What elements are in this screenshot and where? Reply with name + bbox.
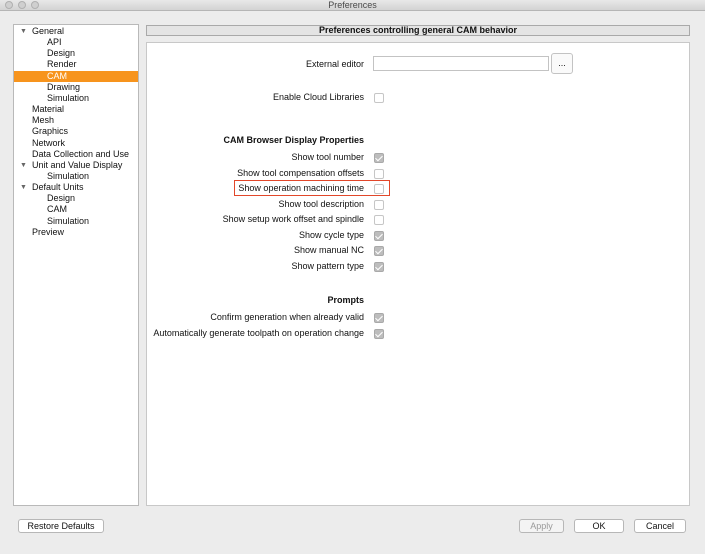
title-bar: Preferences bbox=[0, 0, 705, 11]
external-editor-field[interactable] bbox=[373, 56, 549, 71]
disclosure-triangle-icon[interactable]: ▼ bbox=[19, 182, 28, 193]
cloud-libraries-label: Enable Cloud Libraries bbox=[272, 92, 364, 102]
settings-panel: External editor ... Enable Cloud Librari… bbox=[146, 42, 690, 506]
window-title: Preferences bbox=[328, 0, 377, 10]
option-checkbox[interactable] bbox=[374, 168, 384, 179]
prompts-section-title: Prompts bbox=[327, 295, 364, 305]
restore-defaults-button[interactable]: Restore Defaults bbox=[18, 519, 104, 533]
option-checkbox[interactable] bbox=[374, 246, 384, 256]
tree-item-label: Simulation bbox=[47, 170, 90, 181]
tree-item-label: Design bbox=[47, 48, 76, 59]
option-label: Show cycle type bbox=[298, 229, 364, 240]
external-editor-label: External editor bbox=[305, 59, 364, 69]
tree-item-label: API bbox=[47, 37, 62, 48]
ok-button[interactable]: OK bbox=[574, 519, 624, 533]
tree-item-label: Network bbox=[32, 137, 66, 148]
option-checkbox[interactable] bbox=[374, 313, 384, 323]
browse-button[interactable]: ... bbox=[551, 53, 573, 74]
tree-item-label: Preview bbox=[32, 226, 65, 237]
option-checkbox[interactable] bbox=[374, 261, 384, 272]
option-label: Show tool compensation offsets bbox=[237, 167, 364, 178]
option-label: Show manual NC bbox=[293, 245, 364, 255]
option-checkbox[interactable] bbox=[374, 153, 384, 163]
option-label: Confirm generation when already valid bbox=[210, 312, 364, 322]
option-label: Show tool number bbox=[291, 152, 364, 162]
tree-item-label: CAM bbox=[47, 204, 67, 215]
tree-item-label: Design bbox=[47, 193, 76, 204]
cloud-libraries-checkbox[interactable] bbox=[374, 93, 384, 103]
preferences-tree[interactable]: ▼ General API Design Render CAM Drawing Simulat… bbox=[13, 24, 139, 506]
tree-item-label: Default Units bbox=[32, 182, 84, 193]
option-label: Automatically generate toolpath on opera… bbox=[153, 327, 364, 338]
browser-section-title: CAM Browser Display Properties bbox=[223, 135, 364, 145]
option-label: Show setup work offset and spindle bbox=[222, 214, 364, 224]
cancel-button[interactable]: Cancel bbox=[634, 519, 686, 533]
tree-item-label: Simulation bbox=[47, 215, 90, 226]
tree-item-label: Mesh bbox=[32, 115, 55, 126]
tree-item-label: CAM bbox=[47, 70, 67, 81]
tree-item-label: Unit and Value Display bbox=[32, 159, 123, 170]
apply-button[interactable]: Apply bbox=[519, 519, 564, 533]
tree-item-label: Simulation bbox=[47, 92, 90, 103]
option-checkbox[interactable] bbox=[374, 199, 384, 210]
tree-item-label: General bbox=[32, 26, 65, 36]
tree-item-label: Drawing bbox=[47, 81, 81, 92]
option-checkbox[interactable] bbox=[374, 328, 384, 339]
tree-item[interactable]: CAM bbox=[14, 70, 138, 82]
option-label: Show tool description bbox=[278, 198, 364, 209]
tree-item-label: Graphics bbox=[32, 126, 69, 137]
option-label: Show pattern type bbox=[291, 260, 364, 271]
tree-item-label: Render bbox=[47, 59, 77, 70]
disclosure-triangle-icon[interactable]: ▼ bbox=[19, 26, 28, 37]
tree-item-label: Data Collection and Use bbox=[32, 148, 130, 159]
disclosure-triangle-icon[interactable]: ▼ bbox=[19, 160, 28, 171]
option-checkbox[interactable] bbox=[374, 215, 384, 225]
panel-header: Preferences controlling general CAM beha… bbox=[146, 25, 690, 36]
option-checkbox[interactable] bbox=[374, 230, 384, 241]
option-label: Show operation machining time bbox=[238, 183, 364, 193]
option-checkbox[interactable] bbox=[374, 184, 384, 194]
tree-item-label: Material bbox=[32, 104, 65, 115]
